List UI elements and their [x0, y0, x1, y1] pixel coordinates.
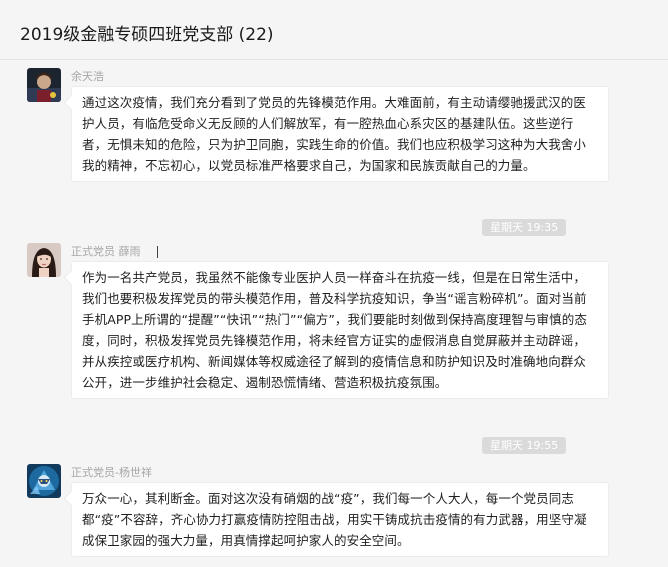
text-cursor-icon [157, 246, 163, 258]
avatar-dark-portrait-icon [27, 68, 61, 102]
message-bubble[interactable]: 通过这次疫情，我们充分看到了党员的先锋模范作用。大难面前，有主动请缨驰援武汉的医… [71, 86, 609, 182]
timestamp-badge: 星期天 19:35 [482, 219, 567, 236]
timestamp-badge: 星期天 19:55 [482, 437, 567, 454]
sender-name: 余天浩 [71, 70, 104, 83]
avatar[interactable] [27, 68, 61, 102]
sender-name: 正式党员-杨世祥 [71, 466, 152, 479]
message-list[interactable]: 余天浩 通过这次疫情，我们充分看到了党员的先锋模范作用。大难面前，有主动请缨驰援… [0, 60, 668, 567]
chat-window: 2019级金融专硕四班党支部 (22) 余天浩 通过这次疫情，我们充分看到了党员… [0, 0, 668, 567]
message-bubble[interactable]: 作为一名共产党员，我虽然不能像专业医护人员一样奋斗在抗疫一线，但是在日常生活中，… [71, 261, 609, 399]
sender-name: 正式党员 薛雨 [71, 245, 141, 258]
message-bubble[interactable]: 万众一心，其利断金。面对这次没有硝烟的战“疫”，我们每一个人大人，每一个党员同志… [71, 482, 609, 557]
avatar-game-character-icon [27, 464, 61, 498]
chat-header: 2019级金融专硕四班党支部 (22) [0, 0, 668, 60]
avatar[interactable] [27, 243, 61, 277]
chat-title[interactable]: 2019级金融专硕四班党支部 (22) [20, 20, 274, 45]
avatar[interactable] [27, 464, 61, 498]
avatar-woman-portrait-icon [27, 243, 61, 277]
